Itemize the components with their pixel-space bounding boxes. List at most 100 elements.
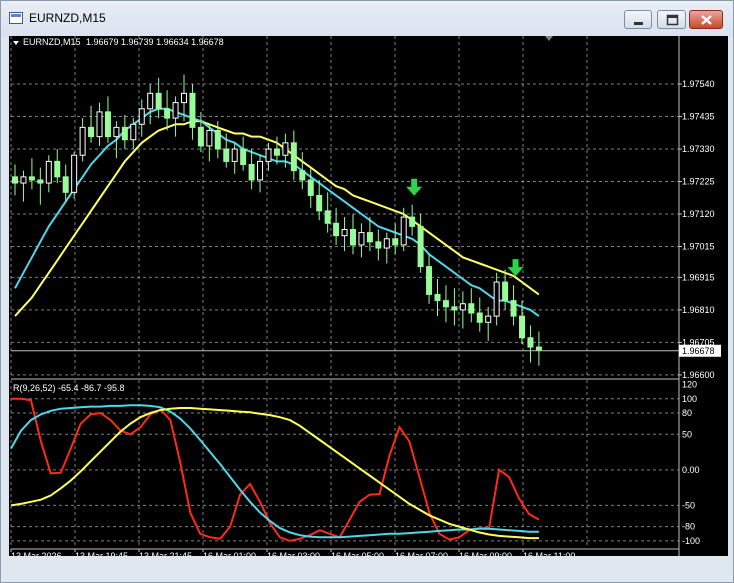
- candle-bearish: [316, 194, 323, 212]
- time-tick-label: 16 Mar 03:00: [267, 551, 320, 556]
- candle-bearish: [240, 148, 247, 165]
- candle-bullish: [20, 176, 27, 184]
- price-tick-label: 1.96810: [682, 305, 715, 315]
- close-icon: [701, 15, 712, 25]
- symbol-label: EURNZD,M15: [23, 37, 81, 47]
- indicator-tick-label: 100: [682, 394, 697, 404]
- minimize-icon: [634, 22, 643, 25]
- candle-bearish: [37, 179, 44, 184]
- candle-bearish: [476, 312, 483, 323]
- chart-shift-marker-icon[interactable]: [545, 36, 553, 41]
- candle-bullish: [113, 126, 120, 138]
- price-tick-label: 1.97330: [682, 144, 715, 154]
- candle-bearish: [88, 126, 95, 138]
- candle-bearish: [468, 303, 475, 314]
- minimize-button[interactable]: [624, 10, 652, 29]
- price-tick-label: 1.96915: [682, 272, 715, 282]
- candle-bullish: [383, 238, 390, 249]
- candle-bearish: [375, 241, 382, 249]
- indicator-line-yellow: [10, 407, 539, 540]
- time-tick-label: 16 Mar 09:00: [459, 551, 512, 556]
- time-tick-label: 13 Mar 21:45: [139, 551, 192, 556]
- indicator-tick-label: 0.00: [682, 465, 700, 475]
- candle-bearish: [104, 111, 111, 138]
- indicator-tick-label: -50: [682, 500, 695, 510]
- candle-bullish: [257, 160, 264, 181]
- restore-icon: [666, 14, 679, 26]
- candle-bearish: [502, 281, 509, 302]
- ohlc-values: 1.96679 1.96739 1.96634 1.96678: [86, 37, 224, 47]
- candle-bearish: [535, 346, 542, 351]
- candle-bearish: [290, 142, 297, 172]
- collapse-triangle-icon[interactable]: [13, 41, 19, 45]
- candle-bearish: [434, 293, 441, 302]
- candle-bearish: [214, 129, 221, 150]
- time-tick-label: 13 Mar 2026: [11, 551, 62, 556]
- candle-bearish: [248, 163, 255, 181]
- price-tick-label: 1.97435: [682, 112, 715, 122]
- title-bar[interactable]: EURNZD,M15: [1, 1, 733, 37]
- candle-bullish: [181, 92, 187, 104]
- candle-bearish: [307, 179, 314, 196]
- indicator-tick-label: 50: [682, 429, 692, 439]
- candle-bullish: [206, 129, 213, 147]
- indicator-tick-label: -100: [682, 536, 700, 546]
- price-tick-label: 1.96705: [682, 337, 715, 347]
- candle-bearish: [510, 300, 517, 317]
- candle-bearish: [392, 238, 399, 246]
- candle-bearish: [426, 266, 433, 295]
- restore-button[interactable]: [657, 10, 686, 29]
- candle-bearish: [527, 337, 534, 348]
- candle-bullish: [45, 160, 52, 184]
- candle-bearish: [197, 126, 204, 147]
- indicator-tick-label: 120: [682, 380, 697, 390]
- time-tick-label: 16 Mar 07:00: [395, 551, 448, 556]
- candle-bearish: [121, 126, 128, 141]
- chart-window-icon: [9, 12, 23, 24]
- candle-bullish: [138, 108, 145, 125]
- candle-bullish: [147, 92, 154, 110]
- candle-bearish: [223, 148, 230, 162]
- candle-bearish: [54, 160, 61, 178]
- candle-bearish: [519, 315, 525, 339]
- price-tick-label: 1.97225: [682, 177, 715, 187]
- time-tick-label: 13 Mar 19:45: [75, 551, 128, 556]
- candle-bearish: [442, 300, 449, 308]
- price-tick-label: 1.97540: [682, 79, 715, 89]
- indicator-tick-label: 80: [682, 408, 692, 418]
- candle-bullish: [459, 303, 466, 311]
- candle-bearish: [62, 176, 69, 193]
- time-tick-label: 16 Mar 11:00: [523, 551, 575, 556]
- indicator-line-cyan: [10, 404, 539, 539]
- chart-canvas[interactable]: 1.96678 EURNZD,M15 1.96679 1.96739 1.966…: [9, 36, 728, 556]
- candle-bullish: [400, 216, 407, 246]
- candle-bearish: [417, 225, 424, 268]
- close-button[interactable]: [689, 10, 723, 29]
- candle-bearish: [409, 216, 416, 227]
- price-tick-label: 1.97015: [682, 241, 715, 251]
- candle-bullish: [79, 126, 86, 156]
- window-title: EURNZD,M15: [29, 11, 106, 25]
- candle-bearish: [451, 306, 458, 311]
- candle-bearish: [299, 170, 306, 181]
- time-tick-label: 16 Mar 01:00: [203, 551, 256, 556]
- indicator-label: R(9,26,52) -65.4 -86.7 -95.8: [13, 383, 125, 393]
- candle-bullish: [71, 154, 78, 193]
- candle-bearish: [366, 232, 373, 243]
- candle-bullish: [265, 148, 272, 162]
- candle-bearish: [273, 148, 280, 156]
- candle-bullish: [96, 111, 103, 138]
- candle-bearish: [155, 92, 162, 110]
- candle-bullish: [485, 315, 492, 323]
- price-tick-label: 1.96600: [682, 370, 715, 380]
- candle-bearish: [164, 108, 171, 119]
- candle-bearish: [12, 176, 18, 184]
- candle-bullish: [231, 148, 238, 162]
- candle-bullish: [130, 123, 137, 141]
- candle-bearish: [350, 228, 356, 246]
- candle-bearish: [189, 92, 196, 128]
- candle-bullish: [172, 102, 179, 119]
- candle-bearish: [324, 210, 331, 224]
- price-tick-label: 1.97120: [682, 209, 715, 219]
- candle-bullish: [493, 281, 500, 317]
